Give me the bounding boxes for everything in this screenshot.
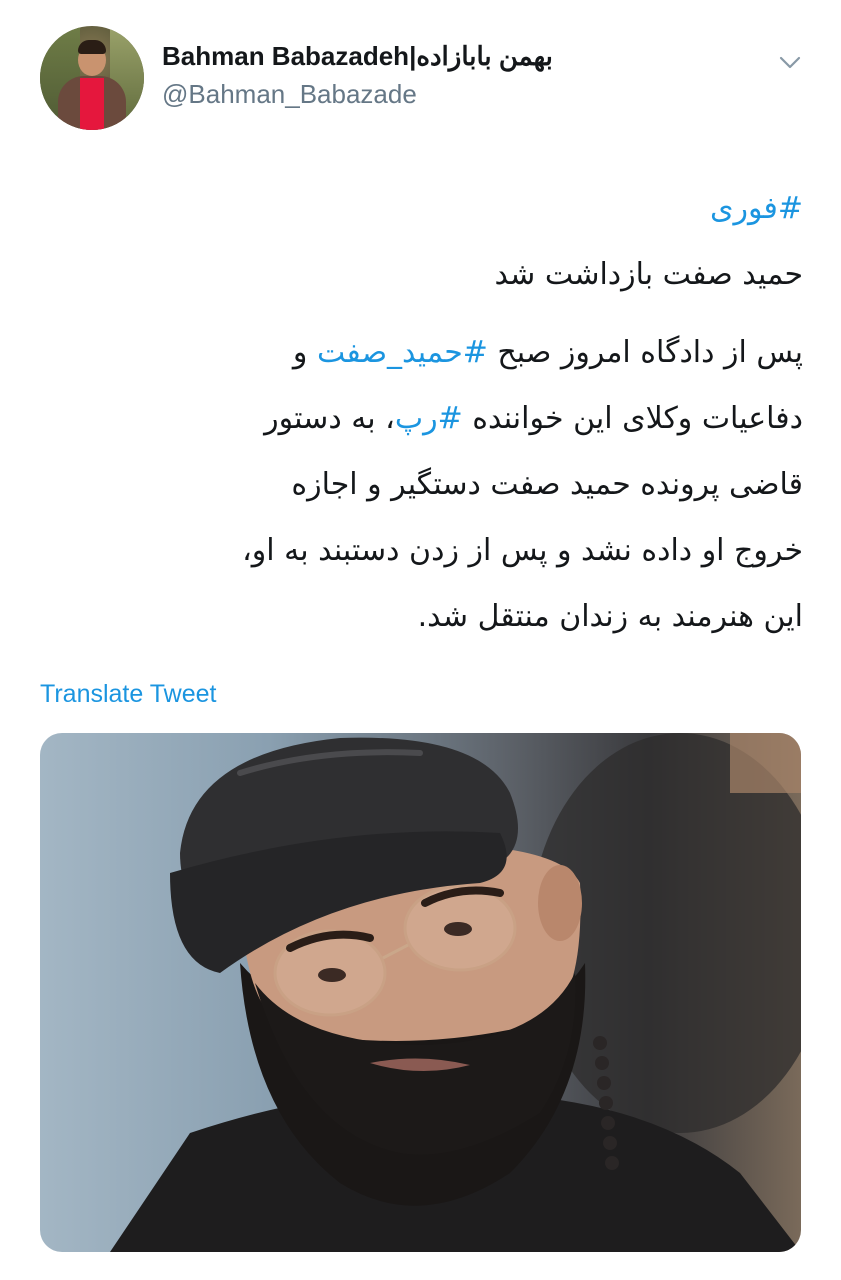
hashtag-link[interactable]: #فوری bbox=[710, 191, 803, 226]
tweet-paragraph-line: قاضی پرونده حمید صفت دستگیر و اجازه bbox=[291, 467, 803, 502]
user-handle[interactable]: @Bahman_Babazade bbox=[162, 78, 553, 110]
avatar-shirt bbox=[80, 78, 104, 130]
tweet-paragraph-line: این هنرمند به زندان منتقل شد. bbox=[417, 599, 803, 634]
avatar-hair bbox=[78, 40, 106, 54]
hashtag-link[interactable]: #رپ bbox=[395, 401, 463, 436]
avatar[interactable] bbox=[40, 26, 144, 130]
tweet-text-segment: پس از دادگاه امروز صبح bbox=[487, 335, 803, 370]
tweet-text-segment: دفاعیات وکلای این خواننده bbox=[462, 401, 803, 436]
user-names[interactable]: Bahman Babazadeh|بهمن بابازاده @Bahman_B… bbox=[162, 40, 553, 110]
tweet-paragraph-line: دفاعیات وکلای این خواننده #رپ، به دستور bbox=[40, 386, 803, 452]
tweet-media-photo[interactable] bbox=[40, 733, 801, 1252]
tweet-paragraph-line: خروج او داده نشد و پس از زدن دستبند به ا… bbox=[242, 533, 803, 568]
tweet-hashtag-line: #فوری bbox=[40, 176, 803, 242]
tweet-text: #فوری حمید صفت بازداشت شد پس از دادگاه ا… bbox=[40, 176, 803, 650]
tweet-header: Bahman Babazadeh|بهمن بابازاده @Bahman_B… bbox=[40, 26, 810, 130]
chevron-down-icon[interactable] bbox=[778, 50, 802, 74]
tweet-text-segment: و bbox=[292, 335, 317, 370]
tweet-text-segment: ، به دستور bbox=[264, 401, 395, 436]
hashtag-link[interactable]: #حمید_صفت bbox=[317, 335, 488, 370]
photo-illustration bbox=[110, 733, 801, 1252]
tweet-headline: حمید صفت بازداشت شد bbox=[494, 257, 803, 292]
translate-tweet-link[interactable]: Translate Tweet bbox=[40, 680, 216, 709]
tweet-paragraph-line: پس از دادگاه امروز صبح #حمید_صفت و bbox=[40, 320, 803, 386]
display-name[interactable]: Bahman Babazadeh|بهمن بابازاده bbox=[162, 40, 553, 72]
